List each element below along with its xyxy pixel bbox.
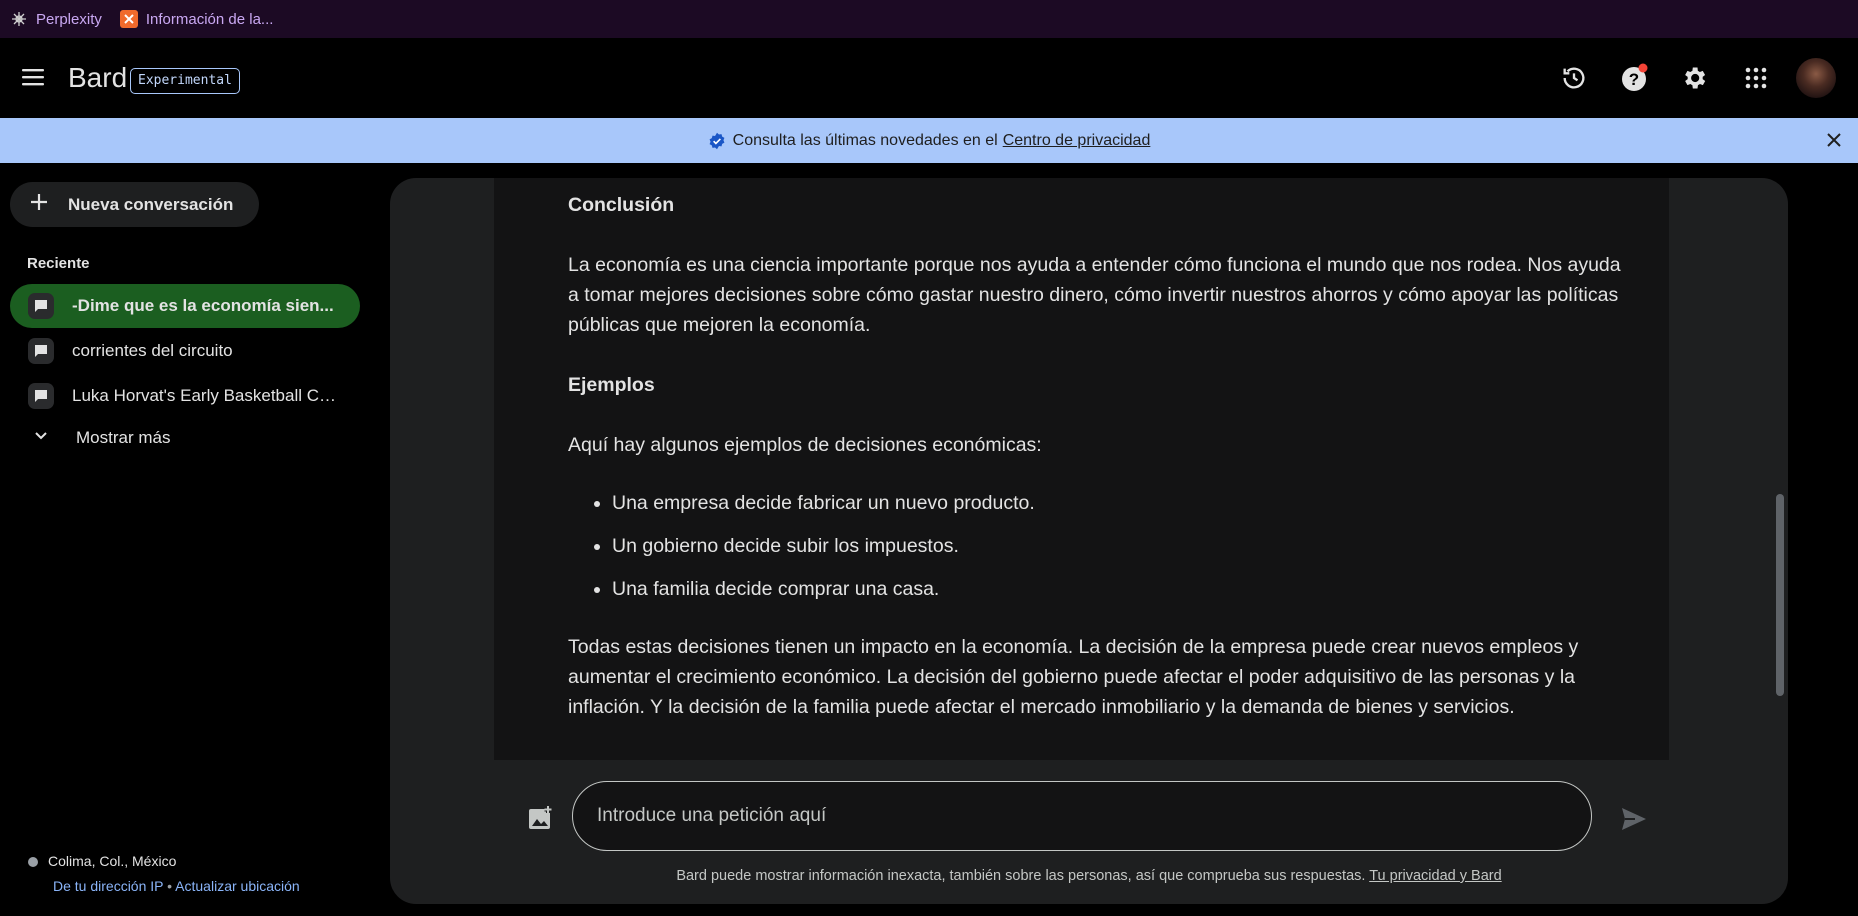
menu-icon[interactable] — [20, 65, 48, 89]
response-card: Conclusión La economía es una ciencia im… — [494, 178, 1669, 760]
location-text: Colima, Col., México — [48, 853, 177, 869]
verified-icon — [708, 132, 726, 150]
banner-text: Consulta las últimas novedades en el — [732, 131, 998, 149]
close-icon[interactable] — [1824, 130, 1844, 150]
location-dot-icon — [28, 857, 38, 868]
prompt-input[interactable] — [572, 781, 1592, 851]
sidebar-chat-item[interactable]: Luka Horvat's Early Basketball Ca... — [10, 374, 360, 418]
xampp-icon — [119, 10, 138, 28]
list-item: Una familia decide comprar una casa. — [612, 574, 1628, 604]
new-chat-button[interactable]: Nueva conversación — [10, 182, 259, 227]
location-links: De tu dirección IP • Actualizar ubicació… — [53, 878, 300, 894]
sidebar-chat-label: -Dime que es la economía sien... — [72, 296, 334, 315]
brand-title[interactable]: Bard — [68, 62, 127, 94]
location-display: Colima, Col., México — [28, 853, 176, 869]
disclaimer-text: Bard puede mostrar información inexacta,… — [676, 868, 1366, 884]
perplexity-icon — [10, 10, 28, 28]
send-icon[interactable] — [1620, 805, 1648, 833]
show-more-label: Mostrar más — [76, 428, 171, 447]
help-icon[interactable]: ? — [1618, 62, 1650, 94]
chevron-down-icon — [34, 428, 48, 448]
response-paragraph: Aquí hay algunos ejemplos de decisiones … — [568, 434, 1042, 456]
apps-icon[interactable] — [1740, 62, 1772, 94]
chat-icon — [28, 293, 54, 319]
sidebar-chat-label: corrientes del circuito — [72, 341, 233, 360]
svg-text:?: ? — [1629, 70, 1639, 89]
add-image-icon[interactable] — [528, 805, 554, 831]
bookmark-perplexity[interactable]: Perplexity — [10, 10, 102, 28]
privacy-center-link[interactable]: Centro de privacidad — [1003, 132, 1151, 150]
response-heading: Conclusión — [568, 194, 675, 216]
plus-icon — [28, 191, 50, 218]
chat-icon — [28, 383, 54, 409]
separator: • — [167, 878, 173, 894]
settings-icon[interactable] — [1678, 62, 1710, 94]
experimental-badge: Experimental — [130, 68, 240, 94]
privacy-banner: Consulta las últimas novedades en el Cen… — [0, 118, 1858, 163]
sidebar-chat-label: Luka Horvat's Early Basketball Ca... — [72, 386, 342, 405]
history-icon[interactable] — [1558, 62, 1590, 94]
show-more-button[interactable]: Mostrar más — [34, 428, 170, 448]
update-location-link[interactable]: Actualizar ubicación — [175, 878, 300, 894]
chat-panel: Conclusión La economía es una ciencia im… — [390, 178, 1788, 904]
sidebar-chat-item[interactable]: -Dime que es la economía sien... — [10, 284, 360, 328]
response-paragraph: Todas estas decisiones tienen un impacto… — [568, 636, 1579, 718]
list-item: Un gobierno decide subir los impuestos. — [612, 531, 1628, 561]
list-item: Una empresa decide fabricar un nuevo pro… — [612, 488, 1628, 518]
response-heading: Ejemplos — [568, 374, 655, 396]
avatar[interactable] — [1796, 58, 1836, 98]
bookmark-label: Perplexity — [36, 10, 102, 28]
bookmarks-bar: Perplexity Información de la... — [0, 0, 1858, 38]
recent-heading: Reciente — [27, 255, 90, 272]
disclaimer: Bard puede mostrar información inexacta,… — [390, 868, 1788, 884]
new-chat-label: Nueva conversación — [68, 194, 234, 214]
bookmark-label: Información de la... — [145, 10, 274, 28]
ip-location-link[interactable]: De tu dirección IP — [53, 878, 163, 894]
sidebar-chat-item[interactable]: corrientes del circuito — [10, 329, 360, 373]
privacy-link[interactable]: Tu privacidad y Bard — [1369, 868, 1501, 884]
response-paragraph: La economía es una ciencia importante po… — [568, 254, 1621, 336]
scrollbar-thumb[interactable] — [1776, 494, 1784, 696]
app-header: Bard Experimental ? — [0, 38, 1858, 118]
chat-icon — [28, 338, 54, 364]
examples-list: Una empresa decide fabricar un nuevo pro… — [568, 488, 1628, 604]
response-text: Conclusión La economía es una ciencia im… — [568, 190, 1628, 752]
bookmark-xampp[interactable]: Información de la... — [119, 10, 274, 28]
